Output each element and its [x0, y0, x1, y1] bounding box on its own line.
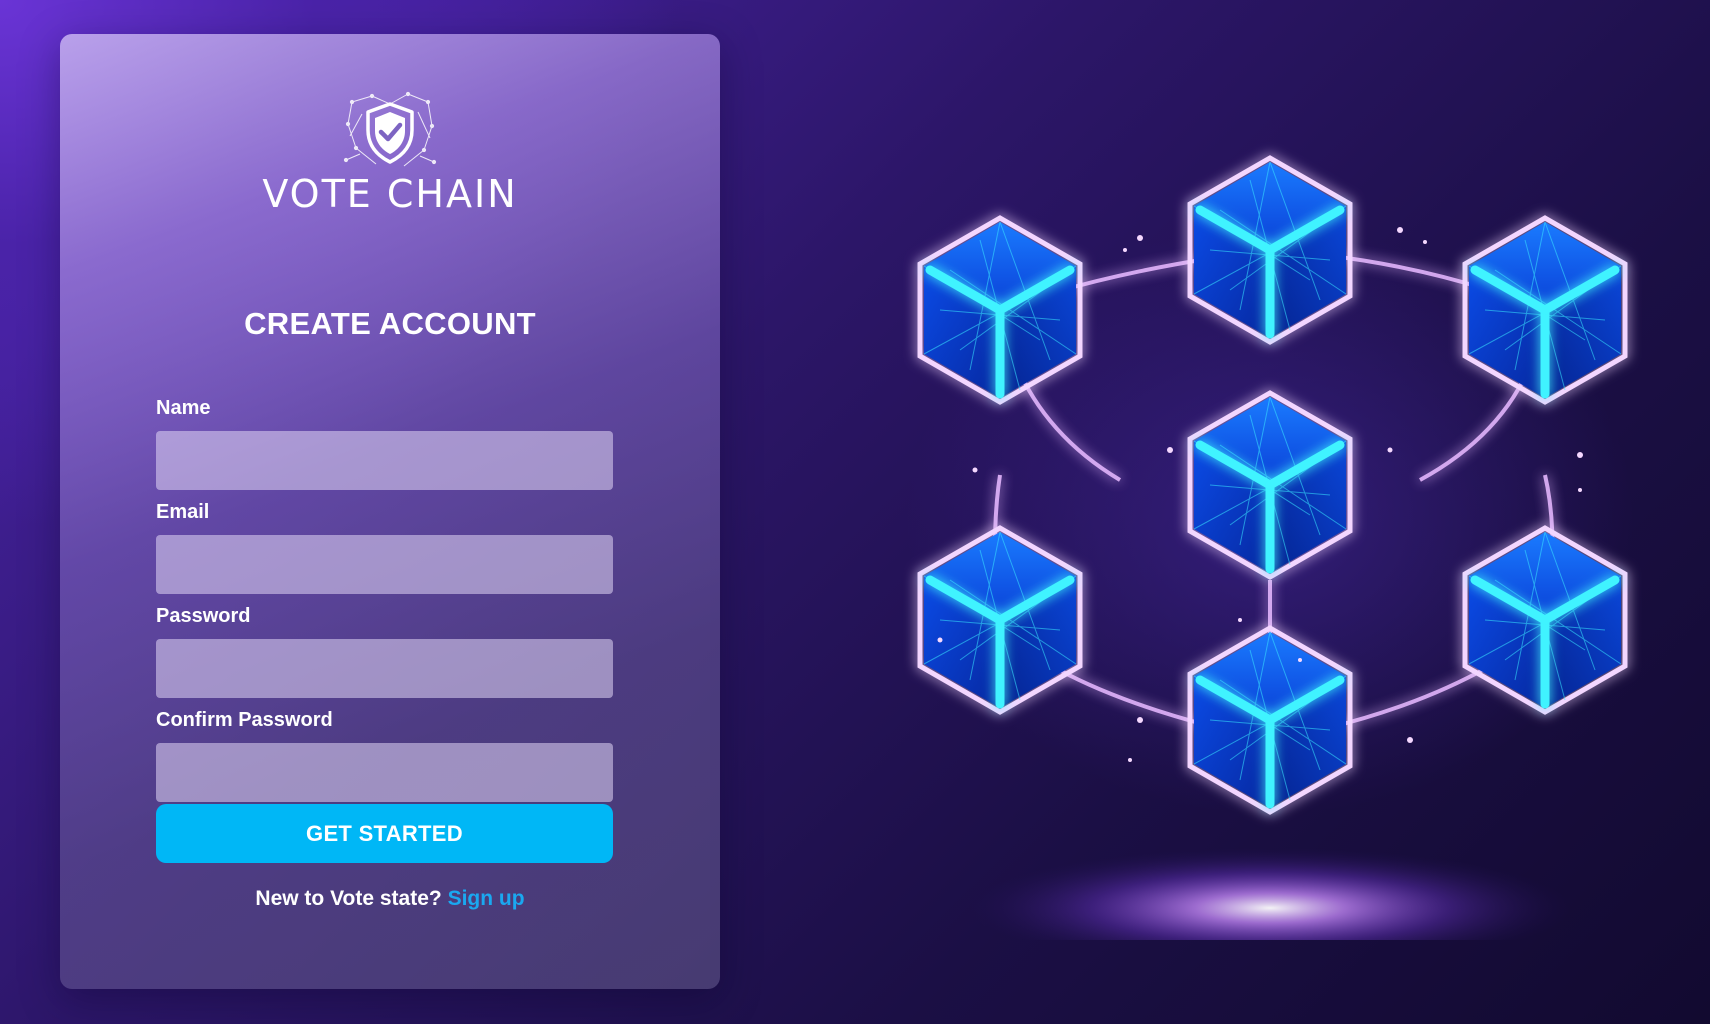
glow-floor — [970, 848, 1570, 940]
signup-prompt-text: New to Vote state? — [255, 887, 442, 910]
name-label: Name — [156, 397, 211, 419]
cube-center — [1190, 393, 1350, 577]
cube-top — [1190, 158, 1350, 342]
sign-up-link[interactable]: Sign up — [448, 887, 525, 910]
signup-prompt: New to Vote state? Sign up — [60, 887, 720, 911]
cube-bottom — [1190, 628, 1350, 812]
cube-top-right — [1465, 218, 1625, 402]
confirm-password-input[interactable] — [156, 743, 613, 802]
cube-bottom-right — [1465, 528, 1625, 712]
brand-logo: VOTE CHAIN — [60, 90, 720, 216]
shield-check-icon — [343, 91, 437, 167]
page-title: CREATE ACCOUNT — [244, 306, 536, 341]
blockchain-cubes-illustration — [880, 120, 1680, 940]
cube-top-left — [920, 218, 1080, 402]
password-label: Password — [156, 605, 251, 627]
email-input[interactable] — [156, 535, 613, 594]
signup-card: VOTE CHAIN CREATE ACCOUNT Name Email Pas… — [60, 34, 720, 989]
cube-bottom-left — [920, 528, 1080, 712]
get-started-button[interactable]: GET STARTED — [156, 804, 613, 863]
email-label: Email — [156, 501, 210, 523]
brand-name: VOTE CHAIN — [262, 172, 518, 216]
confirm-password-label: Confirm Password — [156, 709, 333, 731]
password-input[interactable] — [156, 639, 613, 698]
name-input[interactable] — [156, 431, 613, 490]
